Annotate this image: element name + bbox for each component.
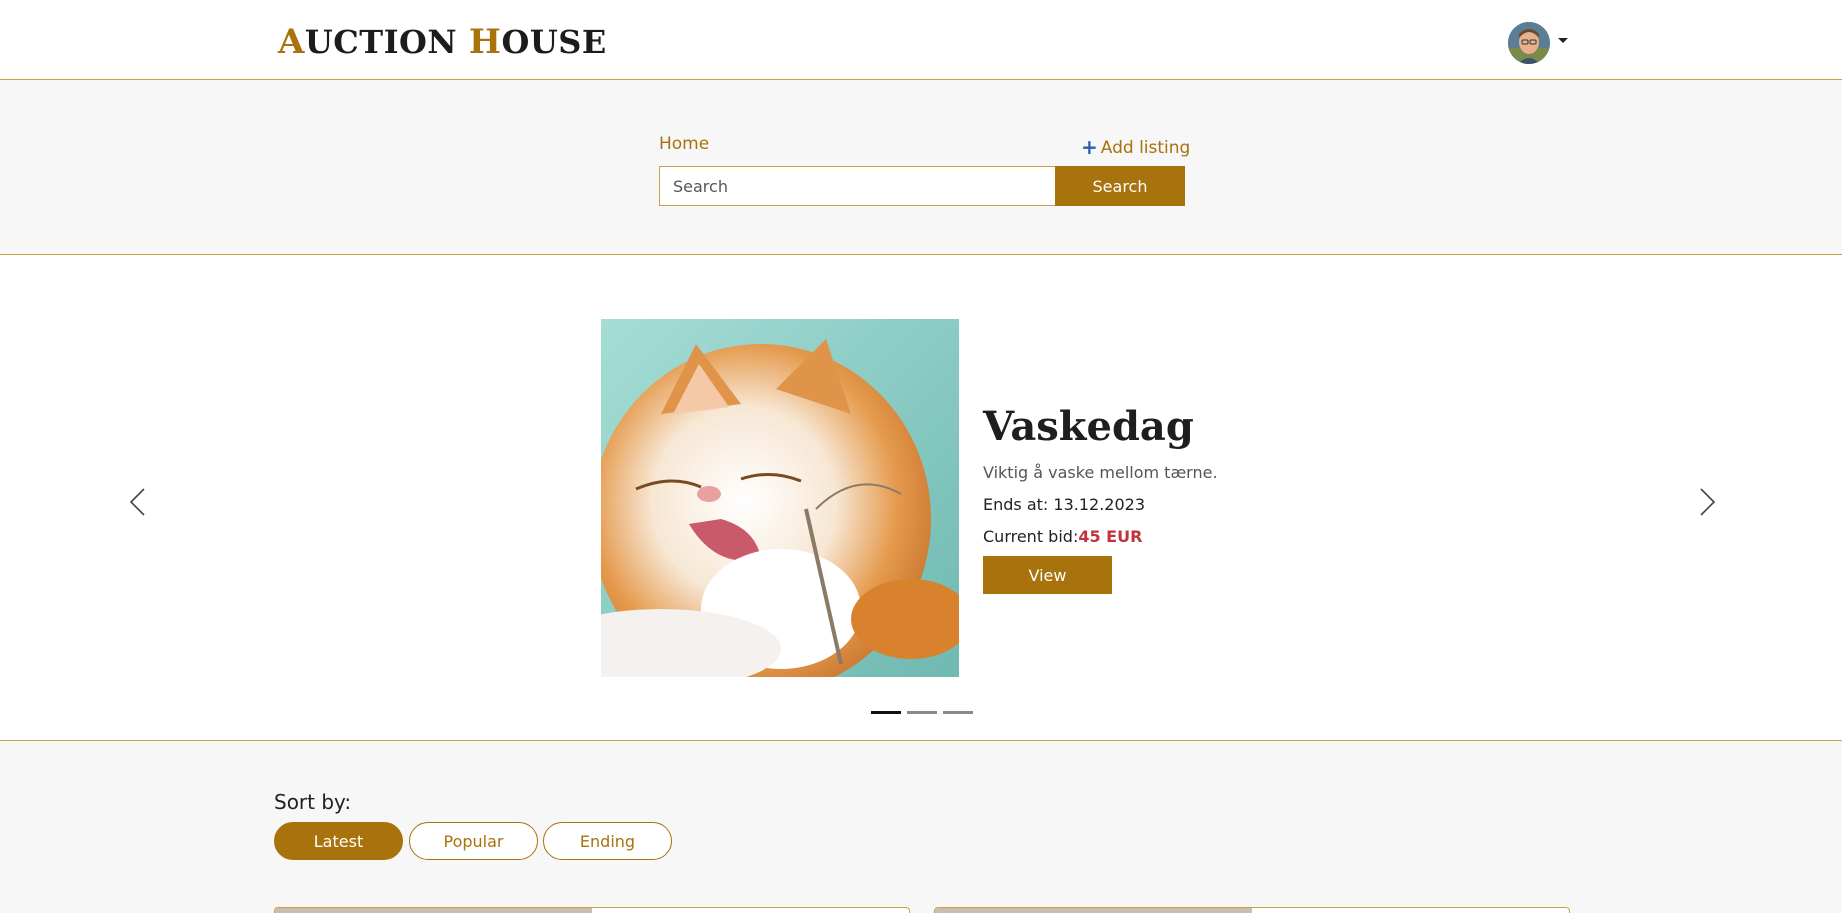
listing-current-bid: Current bid:45 EUR [983,527,1142,546]
avatar-image [1508,22,1550,64]
nav-home-link[interactable]: Home [659,134,709,154]
listing-description: Viktig å vaske mellom tærne. [983,463,1218,482]
carousel-indicator[interactable] [907,711,937,714]
sort-label: Sort by: [274,790,352,814]
carousel-next-icon[interactable] [1697,485,1719,519]
featured-carousel: Vaskedag Viktig å vaske mellom tærne. En… [0,255,1842,741]
listing-end-date: Ends at: 13.12.2023 [983,495,1145,514]
search-button[interactable]: Search [1055,166,1185,206]
carousel-indicator[interactable] [943,711,973,714]
listing-card[interactable] [934,907,1570,913]
listing-card-image [935,908,1252,913]
sort-ending-button[interactable]: Ending [543,822,672,860]
chevron-down-icon[interactable] [1558,38,1568,43]
carousel-indicator[interactable] [871,711,901,714]
site-logo[interactable]: AUCTION HOUSE [278,22,607,62]
plus-icon: + [1081,135,1098,159]
add-listing-link[interactable]: + Add listing [1081,135,1190,159]
logo-text-ouse: OUSE [501,23,607,61]
top-navbar: AUCTION HOUSE [0,0,1842,80]
bid-amount: 45 EUR [1078,527,1143,546]
carousel-prev-icon[interactable] [126,485,148,519]
logo-text-uction: UCTION [304,23,469,61]
ends-value: 13.12.2023 [1053,495,1145,514]
avatar[interactable] [1508,22,1550,64]
logo-initial-a: A [278,22,305,62]
listing-image[interactable] [601,319,959,677]
sort-latest-button[interactable]: Latest [274,822,403,860]
ends-label: Ends at: [983,495,1049,514]
view-listing-button[interactable]: View [983,556,1112,594]
bid-label: Current bid: [983,527,1079,546]
search-input[interactable] [659,166,1056,206]
listing-card-image [275,908,592,913]
sort-popular-button[interactable]: Popular [409,822,538,860]
logo-initial-h: H [468,22,502,62]
cat-photo [601,319,959,677]
listing-card[interactable] [274,907,910,913]
listing-title: Vaskedag [983,403,1194,450]
add-listing-label: Add listing [1100,138,1191,158]
